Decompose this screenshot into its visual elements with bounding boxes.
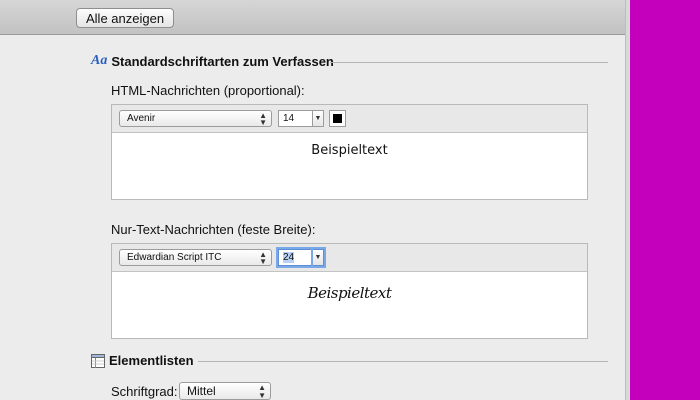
chevron-down-icon: ▼ — [314, 115, 322, 122]
html-font-family-select[interactable]: Avenir ▲ ▼ — [119, 110, 272, 127]
plain-font-toolbar: Edwardian Script ITC ▲ ▼ 24 ▼ — [112, 244, 587, 272]
html-font-toolbar: Avenir ▲ ▼ 14 ▼ — [112, 105, 587, 133]
html-messages-label: HTML-Nachrichten (proportional): — [111, 83, 305, 98]
plain-font-size-dropdown[interactable]: ▼ — [313, 249, 324, 266]
section-divider — [330, 62, 608, 63]
plain-font-family-select[interactable]: Edwardian Script ITC ▲ ▼ — [119, 249, 272, 266]
html-font-size-dropdown[interactable]: ▼ — [313, 110, 324, 127]
toolbar: Alle anzeigen — [0, 0, 630, 35]
plain-font-size-field[interactable]: 24 — [278, 249, 313, 266]
show-all-button[interactable]: Alle anzeigen — [76, 8, 175, 28]
html-font-preview: Beispieltext — [311, 143, 388, 158]
compose-fonts-header: Aa Standardschriftarten zum Verfassen — [91, 53, 334, 69]
updown-arrows-icon: ▲ ▼ — [258, 383, 266, 400]
compose-fonts-title: Standardschriftarten zum Verfassen — [111, 53, 334, 69]
html-font-family-value: Avenir — [127, 113, 156, 124]
plain-font-box: Edwardian Script ITC ▲ ▼ 24 ▼ Beispieltex… — [111, 243, 588, 339]
list-size-value: Mittel — [187, 384, 216, 398]
list-size-select[interactable]: Mittel ▲ ▼ — [179, 382, 271, 400]
html-font-color-well[interactable] — [329, 110, 346, 127]
html-font-size-value: 14 — [283, 113, 295, 124]
plain-font-size-value: 24 — [283, 252, 295, 263]
section-divider — [198, 361, 608, 362]
font-aa-icon: Aa — [91, 53, 108, 68]
list-icon — [91, 353, 105, 368]
window-edge — [625, 0, 630, 400]
updown-arrows-icon: ▲ ▼ — [259, 250, 267, 266]
plain-font-preview: Beispieltext — [307, 284, 392, 302]
html-font-size-field[interactable]: 14 — [278, 110, 313, 127]
preferences-window: Alle anzeigen Aa Standardschriftarten zu… — [0, 0, 630, 400]
plain-font-family-value: Edwardian Script ITC — [127, 252, 222, 263]
updown-arrows-icon: ▲ ▼ — [259, 111, 267, 127]
chevron-down-icon: ▼ — [314, 254, 322, 261]
list-size-label: Schriftgrad: — [111, 384, 178, 399]
plain-text-messages-label: Nur-Text-Nachrichten (feste Breite): — [111, 222, 316, 237]
html-font-box: Avenir ▲ ▼ 14 ▼ Beispieltext — [111, 104, 588, 200]
element-lists-header: Elementlisten — [91, 353, 194, 368]
element-lists-title: Elementlisten — [109, 353, 194, 368]
